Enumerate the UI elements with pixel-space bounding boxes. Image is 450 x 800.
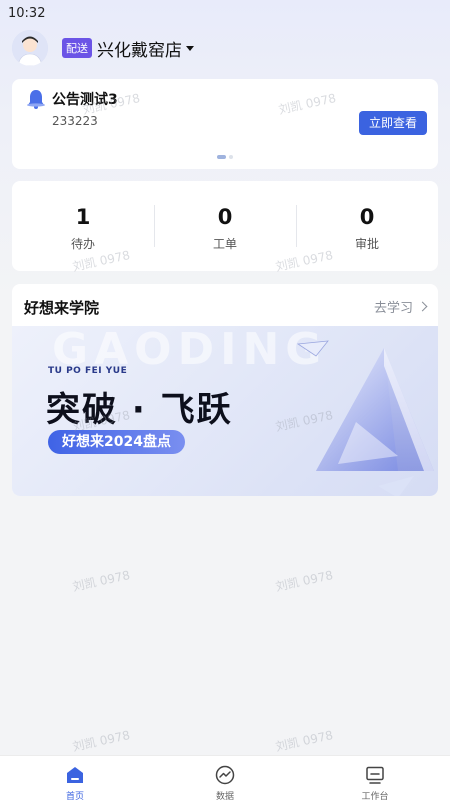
academy-card: 好想来学院 去学习 GAODING TU PO FEI YUE 突破 · 飞跃 …: [12, 284, 438, 496]
stats-card: 1 待办 0 工单 0 审批: [12, 181, 438, 271]
store-name[interactable]: 兴化戴窑店: [97, 36, 182, 61]
workbench-icon: [366, 766, 384, 784]
banner-pill: 好想来2024盘点: [48, 430, 185, 454]
stat-work-order[interactable]: 0 工单: [154, 181, 296, 271]
watermark: 刘凯 0978: [71, 728, 132, 754]
chevron-down-icon[interactable]: [186, 45, 194, 51]
view-now-button[interactable]: 立即查看: [358, 111, 427, 135]
data-chart-icon: [215, 765, 235, 785]
stat-label: 审批: [354, 237, 379, 251]
tab-label: 数据: [215, 792, 234, 800]
tab-workbench[interactable]: 工作台: [300, 756, 450, 800]
stat-label: 待办: [70, 237, 95, 251]
home-icon: [67, 767, 83, 783]
tab-label: 工作台: [361, 792, 389, 800]
carousel-dot-active: [217, 155, 226, 159]
stat-value: 0: [217, 205, 233, 229]
tab-home[interactable]: 首页: [0, 756, 150, 800]
status-bar: 10:32: [0, 0, 450, 30]
tab-data[interactable]: 数据: [150, 756, 300, 800]
bell-icon: [27, 90, 45, 109]
stat-value: 0: [359, 205, 375, 229]
notice-card: 公告测试3 233223 立即查看: [12, 79, 438, 169]
status-time: 10:32: [8, 6, 46, 21]
banner-subtitle: TU PO FEI YUE: [48, 366, 128, 376]
notice-body: 233223: [52, 114, 98, 128]
store-type-badge: 配送: [62, 38, 92, 58]
banner-headline: 突破 · 飞跃: [46, 390, 233, 430]
store-header[interactable]: 配送 兴化戴窑店: [12, 30, 432, 66]
avatar[interactable]: [12, 30, 48, 66]
watermark: 刘凯 0978: [71, 568, 132, 594]
notice-title: 公告测试3: [52, 92, 118, 108]
watermark: 刘凯 0978: [274, 728, 335, 754]
bottom-tab-bar: 首页 数据 工作台: [0, 755, 450, 800]
watermark: 刘凯 0978: [274, 568, 335, 594]
carousel-indicator: [217, 155, 233, 159]
academy-title: 好想来学院: [24, 299, 100, 317]
stat-value: 1: [75, 205, 91, 229]
go-learn-link[interactable]: 去学习: [373, 297, 428, 316]
go-learn-label: 去学习: [373, 301, 413, 316]
carousel-dot: [229, 155, 233, 159]
stat-approval[interactable]: 0 审批: [296, 181, 438, 271]
glass-triangle-graphic: [296, 340, 434, 496]
stat-label: 工单: [212, 237, 237, 251]
academy-banner[interactable]: GAODING TU PO FEI YUE 突破 · 飞跃 好想来2024盘点: [12, 326, 438, 496]
chevron-right-icon: [417, 301, 428, 312]
stat-todo[interactable]: 1 待办: [12, 181, 154, 271]
tab-label: 首页: [65, 792, 84, 800]
